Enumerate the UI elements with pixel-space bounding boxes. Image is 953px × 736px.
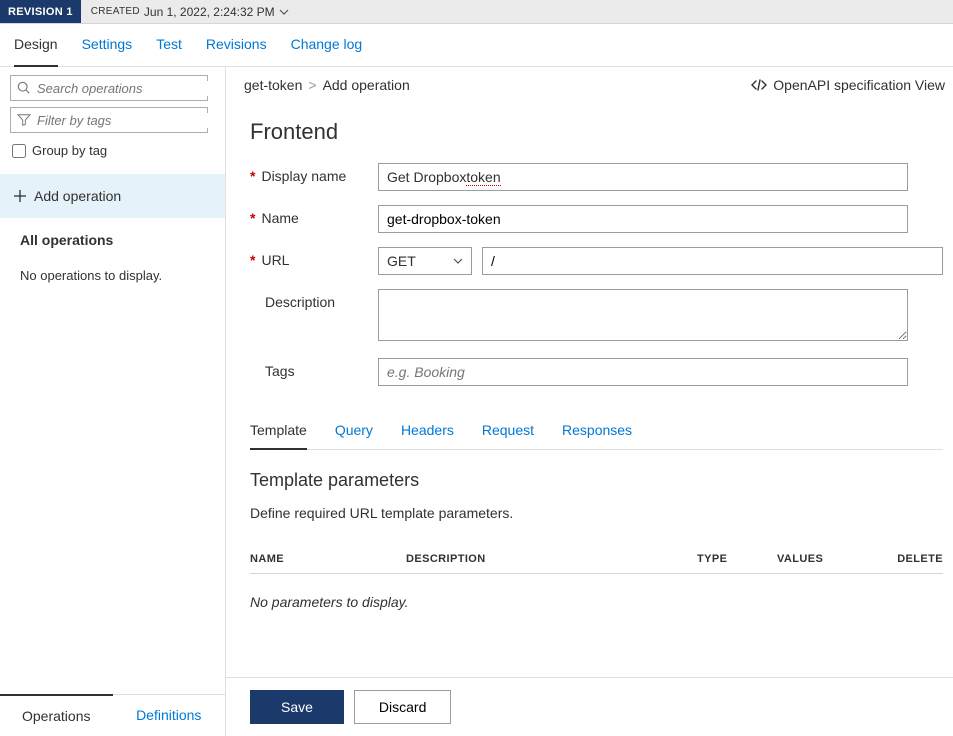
col-delete: DELETE (893, 553, 943, 565)
subtab-responses[interactable]: Responses (562, 414, 632, 449)
plus-icon (14, 190, 26, 202)
group-by-tag[interactable]: Group by tag (10, 139, 215, 166)
code-icon (751, 78, 767, 92)
tab-settings[interactable]: Settings (82, 36, 133, 60)
group-by-tag-label: Group by tag (32, 143, 107, 158)
required-marker: * (250, 168, 255, 184)
http-method-value: GET (387, 253, 416, 269)
subtab-headers[interactable]: Headers (401, 414, 454, 449)
tab-test[interactable]: Test (156, 36, 182, 60)
filter-input[interactable] (37, 113, 215, 128)
operations-empty: No operations to display. (0, 252, 225, 299)
label-display-name: Display name (261, 168, 346, 184)
sidebar-bottom-tabs: Operations Definitions (0, 694, 225, 736)
tab-changelog[interactable]: Change log (291, 36, 363, 60)
breadcrumb-separator: > (308, 77, 316, 93)
group-by-tag-checkbox[interactable] (12, 144, 26, 158)
tab-operations[interactable]: Operations (0, 694, 113, 736)
col-name: NAME (250, 553, 406, 565)
required-marker: * (250, 210, 255, 226)
revision-created-label: CREATED (91, 6, 140, 17)
tab-definitions[interactable]: Definitions (113, 695, 226, 736)
tab-revisions[interactable]: Revisions (206, 36, 267, 60)
template-params-desc: Define required URL template parameters. (250, 505, 943, 521)
sidebar: Group by tag Add operation All operation… (0, 67, 226, 736)
revision-created-date: Jun 1, 2022, 2:24:32 PM (144, 5, 275, 19)
section-title-frontend: Frontend (250, 119, 943, 145)
revision-badge: REVISION 1 (0, 0, 81, 23)
col-description: DESCRIPTION (406, 553, 697, 565)
name-input[interactable] (378, 205, 908, 233)
breadcrumb-current: Add operation (323, 77, 410, 93)
footer-buttons: Save Discard (226, 677, 953, 736)
openapi-label: OpenAPI specification View (773, 77, 945, 93)
breadcrumb-parent[interactable]: get-token (244, 77, 302, 93)
http-method-select[interactable]: GET (378, 247, 472, 275)
description-textarea[interactable] (378, 289, 908, 341)
openapi-spec-view[interactable]: OpenAPI specification View (751, 77, 945, 93)
filter-icon (17, 113, 31, 127)
sub-tabs: Template Query Headers Request Responses (250, 414, 943, 450)
label-url: URL (261, 252, 289, 268)
breadcrumb: get-token > Add operation (244, 77, 410, 93)
top-bar: REVISION 1 CREATED Jun 1, 2022, 2:24:32 … (0, 0, 953, 24)
label-name: Name (261, 210, 298, 226)
chevron-down-icon (279, 7, 289, 17)
chevron-down-icon (453, 256, 463, 266)
params-table-header: NAME DESCRIPTION TYPE VALUES DELETE (250, 545, 943, 574)
filter-tags-box[interactable] (10, 107, 208, 133)
col-type: TYPE (697, 553, 777, 565)
required-marker: * (250, 252, 255, 268)
template-params-title: Template parameters (250, 470, 943, 491)
subtab-query[interactable]: Query (335, 414, 373, 449)
tab-design[interactable]: Design (14, 36, 58, 67)
subtab-template[interactable]: Template (250, 414, 307, 450)
discard-button[interactable]: Discard (354, 690, 451, 724)
tags-input[interactable] (378, 358, 908, 386)
search-input[interactable] (37, 81, 215, 96)
subtab-request[interactable]: Request (482, 414, 534, 449)
label-description: Description (265, 294, 335, 310)
main-panel: get-token > Add operation OpenAPI specif… (226, 67, 953, 736)
add-operation-button[interactable]: Add operation (0, 174, 225, 218)
url-path-input[interactable] (482, 247, 943, 275)
save-button[interactable]: Save (250, 690, 344, 724)
add-operation-label: Add operation (34, 188, 121, 204)
main-tabs: Design Settings Test Revisions Change lo… (0, 24, 953, 67)
display-name-input[interactable]: Get Dropbox token (378, 163, 908, 191)
label-tags: Tags (265, 363, 295, 379)
all-operations-header[interactable]: All operations (0, 218, 225, 252)
revision-meta[interactable]: CREATED Jun 1, 2022, 2:24:32 PM (81, 5, 299, 19)
search-icon (17, 81, 31, 95)
search-operations-box[interactable] (10, 75, 208, 101)
params-empty: No parameters to display. (250, 574, 943, 630)
col-values: VALUES (777, 553, 893, 565)
